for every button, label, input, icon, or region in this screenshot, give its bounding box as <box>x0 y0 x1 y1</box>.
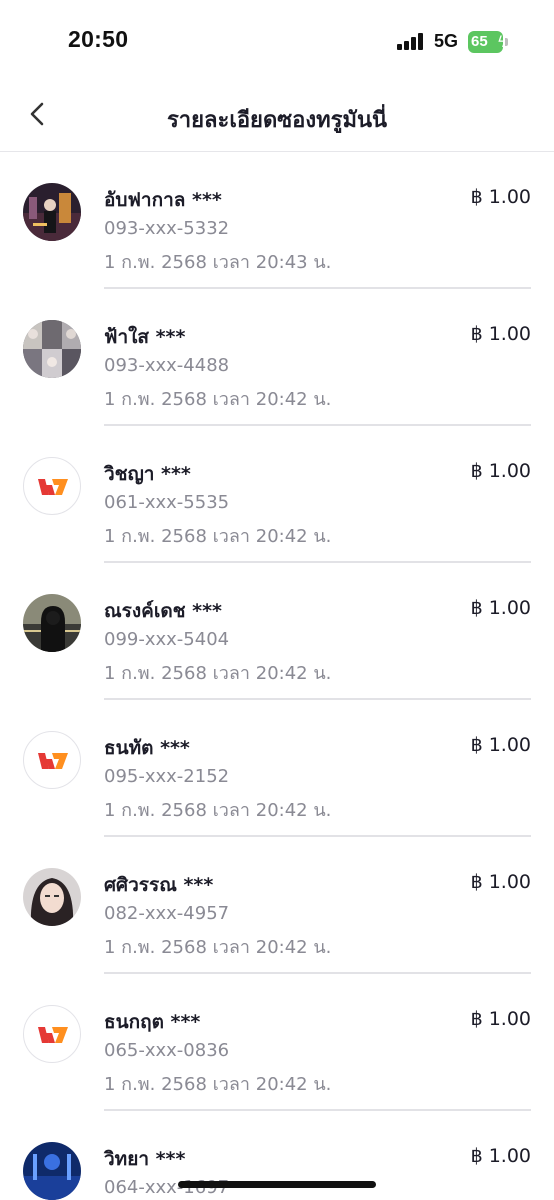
transaction-row[interactable]: ณรงค์เดช *** 099-xxx-5404 1 ก.พ. 2568 เวลา… <box>0 563 554 700</box>
truemoney-logo-icon <box>23 731 81 789</box>
page-title: รายละเอียดซองทรูมันนี่ <box>166 108 388 133</box>
network-type: 5G <box>434 31 459 51</box>
transaction-row[interactable]: ศศิวรรณ *** 082-xxx-4957 1 ก.พ. 2568 เวลา … <box>0 837 554 974</box>
cellular-signal-icon <box>397 33 427 50</box>
sender-phone: 095-xxx-2152 <box>104 766 230 787</box>
transaction-row[interactable]: วิชญา *** 061-xxx-5535 1 ก.พ. 2568 เวลา 20… <box>0 426 554 563</box>
header: รายละเอียดซองทรูมันนี่ <box>0 80 554 152</box>
sender-phone: 082-xxx-4957 <box>104 903 230 924</box>
sender-name: ธนทัต *** <box>104 737 190 759</box>
transaction-amount: ฿ 1.00 <box>470 734 531 756</box>
battery-icon: 65 ϟ <box>468 31 508 53</box>
transaction-row[interactable]: อับฟากาล *** 093-xxx-5332 1 ก.พ. 2568 เวลา… <box>0 152 554 289</box>
transaction-date: 1 ก.พ. 2568 เวลา 20:42 น. <box>104 937 332 958</box>
transaction-row[interactable]: ธนกฤต *** 065-xxx-0836 1 ก.พ. 2568 เวลา 20… <box>0 974 554 1111</box>
avatar <box>23 868 81 926</box>
avatar <box>23 320 81 378</box>
sender-phone: 093-xxx-4488 <box>104 355 230 376</box>
transaction-amount: ฿ 1.00 <box>470 186 531 208</box>
sender-name: ธนกฤต *** <box>104 1011 201 1033</box>
sender-name: ศศิวรรณ *** <box>104 874 214 896</box>
sender-name: อับฟากาล *** <box>104 189 222 211</box>
transaction-amount: ฿ 1.00 <box>470 1145 531 1167</box>
sender-name: ณรงค์เดช *** <box>104 600 222 622</box>
transaction-amount: ฿ 1.00 <box>470 871 531 893</box>
transaction-list: อับฟากาล *** 093-xxx-5332 1 ก.พ. 2568 เวลา… <box>0 152 554 1200</box>
avatar <box>23 1142 81 1200</box>
transaction-date: 1 ก.พ. 2568 เวลา 20:42 น. <box>104 526 332 547</box>
transaction-date: 1 ก.พ. 2568 เวลา 20:42 น. <box>104 663 332 684</box>
transaction-date: 1 ก.พ. 2568 เวลา 20:42 น. <box>104 389 332 410</box>
transaction-amount: ฿ 1.00 <box>470 323 531 345</box>
sender-name: วิชญา *** <box>104 463 191 485</box>
avatar <box>23 594 81 652</box>
avatar <box>23 183 81 241</box>
transaction-date: 1 ก.พ. 2568 เวลา 20:42 น. <box>104 1074 332 1095</box>
status-bar: 20:50 5G 65 ϟ <box>0 0 554 80</box>
sender-name: วิทยา *** <box>104 1148 186 1170</box>
sender-name: ฟ้าใส *** <box>104 326 186 348</box>
transaction-amount: ฿ 1.00 <box>470 460 531 482</box>
transaction-date: 1 ก.พ. 2568 เวลา 20:42 น. <box>104 800 332 821</box>
sender-phone: 061-xxx-5535 <box>104 492 230 513</box>
status-time: 20:50 <box>68 26 129 52</box>
transaction-row[interactable]: ธนทัต *** 095-xxx-2152 1 ก.พ. 2568 เวลา 20… <box>0 700 554 837</box>
truemoney-logo-icon <box>23 457 81 515</box>
sender-phone: 093-xxx-5332 <box>104 218 230 239</box>
transaction-row[interactable]: ฟ้าใส *** 093-xxx-4488 1 ก.พ. 2568 เวลา 20… <box>0 289 554 426</box>
transaction-amount: ฿ 1.00 <box>470 1008 531 1030</box>
transaction-amount: ฿ 1.00 <box>470 597 531 619</box>
sender-phone: 099-xxx-5404 <box>104 629 230 650</box>
truemoney-logo-icon <box>23 1005 81 1063</box>
transaction-date: 1 ก.พ. 2568 เวลา 20:43 น. <box>104 252 332 273</box>
battery-level: 65 <box>471 33 488 50</box>
home-indicator[interactable] <box>178 1181 376 1188</box>
sender-phone: 065-xxx-0836 <box>104 1040 230 1061</box>
